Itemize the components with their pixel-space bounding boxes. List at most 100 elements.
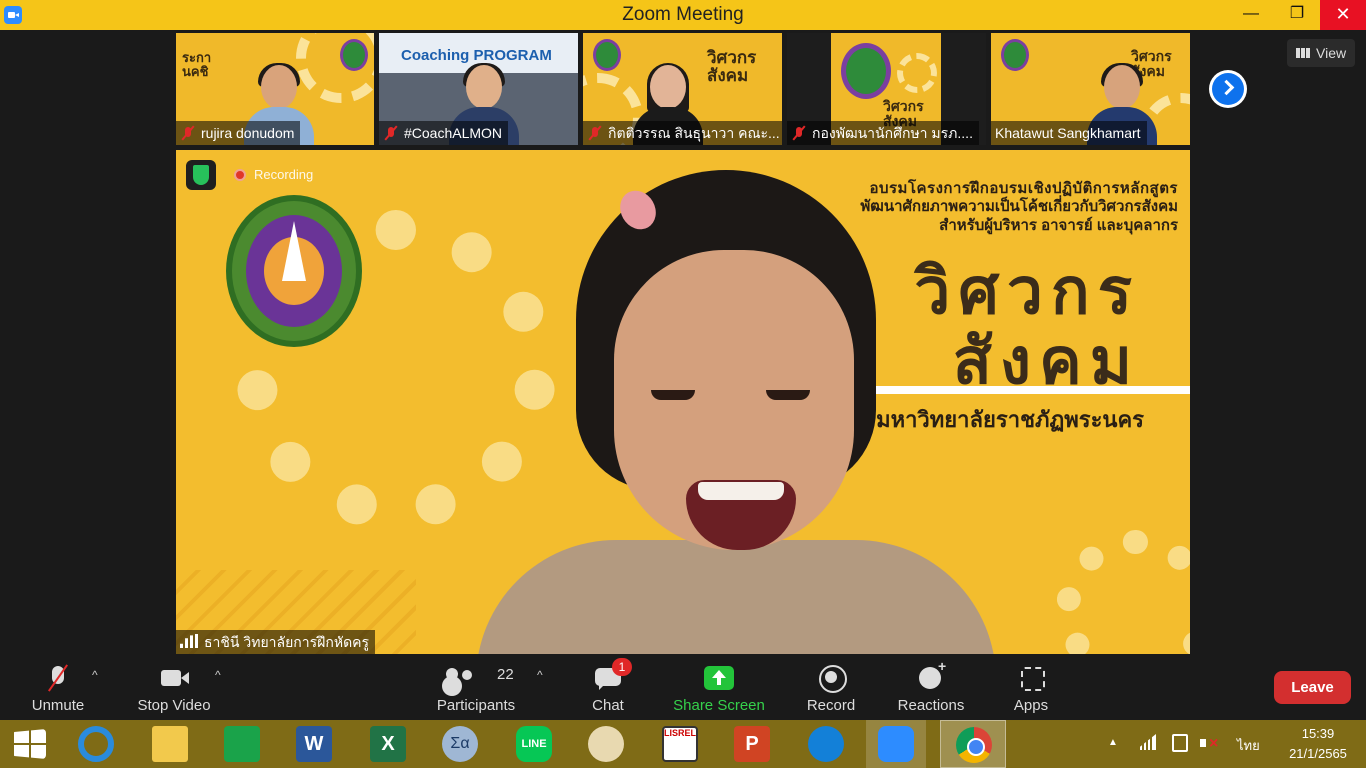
university-logo bbox=[226, 195, 362, 347]
apps-button[interactable]: Apps bbox=[1006, 658, 1056, 720]
line-app-icon: LINE bbox=[516, 726, 552, 762]
slide-text: Coaching PROGRAM bbox=[401, 47, 552, 64]
mic-muted-icon bbox=[587, 125, 603, 141]
share-screen-icon bbox=[704, 664, 734, 692]
view-button[interactable]: View bbox=[1287, 39, 1355, 67]
meeting-stage: ระกา นคชิ rujira donudom Coaching PROGRA… bbox=[0, 30, 1366, 658]
zoom-icon bbox=[878, 726, 914, 762]
speaker-figure bbox=[476, 170, 996, 654]
next-page-button[interactable] bbox=[1209, 70, 1247, 108]
signal-bars-icon bbox=[180, 634, 198, 648]
mic-muted-icon bbox=[791, 125, 807, 141]
university-logo bbox=[340, 39, 368, 71]
taskbar-powerpoint[interactable]: P bbox=[722, 720, 782, 768]
participant-name: #CoachALMON bbox=[379, 121, 509, 145]
tray-overflow-icon[interactable]: ▲ bbox=[1108, 737, 1118, 768]
university-logo bbox=[1001, 39, 1029, 71]
folder-icon bbox=[152, 726, 188, 762]
chevron-right-icon bbox=[1218, 79, 1235, 96]
participant-tile[interactable]: วิศวกร สังคม กิตติวรรณ สินธุนาวา คณะ... bbox=[583, 33, 782, 145]
share-screen-button[interactable]: Share Screen bbox=[668, 658, 770, 720]
video-camera-icon bbox=[159, 664, 189, 692]
smiley-icon bbox=[916, 658, 946, 692]
volume-muted-icon[interactable] bbox=[1200, 734, 1218, 753]
record-icon bbox=[816, 664, 847, 693]
lisrel-icon: LISREL bbox=[662, 726, 698, 762]
gear-decoration bbox=[897, 53, 937, 93]
taskbar-chrome[interactable] bbox=[940, 720, 1006, 768]
clock-time: 15:39 bbox=[1301, 726, 1335, 741]
video-options-caret[interactable]: ^ bbox=[215, 668, 221, 682]
windows-taskbar: W X Σα LINE LISREL P ▲ ไทย 15:39 21/1/25… bbox=[0, 720, 1366, 768]
participant-name: Khatawut Sangkhamart bbox=[991, 121, 1147, 145]
participant-tile[interactable]: วิศวกร สังคม Khatawut Sangkhamart bbox=[991, 33, 1190, 145]
start-button[interactable] bbox=[0, 720, 60, 768]
excel-icon: X bbox=[370, 726, 406, 762]
participants-icon bbox=[444, 664, 474, 692]
math-calculator-icon: Σα bbox=[442, 726, 478, 762]
window-title: Zoom Meeting bbox=[622, 4, 744, 25]
chat-unread-badge: 1 bbox=[612, 658, 632, 676]
input-language[interactable]: ไทย bbox=[1237, 735, 1260, 768]
university-logo bbox=[841, 43, 891, 99]
edge-icon bbox=[808, 726, 844, 762]
speaker-name-tag: ธาชินี วิทยาลัยการฝึกหัดครู bbox=[176, 630, 376, 654]
zoom-window: Zoom Meeting — ❐ ✕ ระกา นคชิ rujira donu… bbox=[0, 0, 1366, 768]
mic-muted-icon bbox=[180, 125, 196, 141]
system-clock[interactable]: 15:39 21/1/2565 bbox=[1278, 724, 1358, 764]
taskbar-word[interactable]: W bbox=[284, 720, 344, 768]
security-shield-icon[interactable] bbox=[186, 160, 216, 190]
participant-name: rujira donudom bbox=[176, 121, 301, 145]
slide-text: ระกา นคชิ bbox=[182, 50, 212, 79]
maximize-button[interactable]: ❐ bbox=[1274, 0, 1320, 30]
taskbar-internet-explorer[interactable] bbox=[66, 720, 126, 768]
taskbar-file-explorer[interactable] bbox=[140, 720, 200, 768]
active-speaker-video[interactable]: อบรมโครงการฝึกอบรมเชิงปฏิบัติการหลักสูตร… bbox=[176, 150, 1190, 654]
participants-count: 22 bbox=[497, 666, 514, 683]
leave-button[interactable]: Leave bbox=[1274, 671, 1351, 704]
participant-tile[interactable]: วิศวกร สังคม กองพัฒนานักศึกษา มรภ.... bbox=[787, 33, 986, 145]
participant-name: กิตติวรรณ สินธุนาวา คณะ... bbox=[583, 121, 782, 145]
gear-decoration bbox=[1056, 530, 1190, 654]
recording-dot-icon bbox=[234, 169, 246, 181]
chrome-icon bbox=[956, 727, 992, 763]
stop-video-button[interactable]: Stop Video bbox=[130, 658, 218, 720]
reactions-button[interactable]: Reactions bbox=[892, 658, 970, 720]
slide-text: วิศวกร สังคม bbox=[707, 48, 757, 85]
clock-date: 21/1/2565 bbox=[1289, 746, 1347, 761]
taskbar-lisrel[interactable]: LISREL bbox=[650, 720, 710, 768]
banner-title-2: สังคม bbox=[952, 325, 1140, 397]
participant-name: กองพัฒนานักศึกษา มรภ.... bbox=[787, 121, 979, 145]
mic-muted-icon bbox=[383, 125, 399, 141]
audio-options-caret[interactable]: ^ bbox=[92, 668, 98, 682]
word-icon: W bbox=[296, 726, 332, 762]
taskbar-excel[interactable]: X bbox=[358, 720, 418, 768]
taskbar-edge[interactable] bbox=[796, 720, 856, 768]
powerpoint-icon: P bbox=[734, 726, 770, 762]
record-button[interactable]: Record bbox=[800, 658, 862, 720]
paint-palette-icon bbox=[588, 726, 624, 762]
participants-options-caret[interactable]: ^ bbox=[537, 668, 543, 682]
title-bar: Zoom Meeting — ❐ ✕ bbox=[0, 0, 1366, 30]
network-signal-icon[interactable] bbox=[1140, 734, 1156, 750]
taskbar-calculator[interactable]: Σα bbox=[430, 720, 490, 768]
microphone-muted-icon bbox=[43, 664, 73, 692]
participant-tile[interactable]: ระกา นคชิ rujira donudom bbox=[176, 33, 374, 145]
store-icon bbox=[224, 726, 260, 762]
university-logo bbox=[593, 39, 621, 71]
taskbar-paint[interactable] bbox=[576, 720, 636, 768]
taskbar-zoom[interactable] bbox=[866, 720, 926, 768]
unmute-button[interactable]: Unmute bbox=[22, 658, 94, 720]
banner-line-3: สำหรับผู้บริหาร อาจารย์ และบุคลากร bbox=[939, 217, 1178, 234]
internet-explorer-icon bbox=[78, 726, 114, 762]
battery-icon[interactable] bbox=[1172, 734, 1188, 752]
banner-university: มหาวิทยาลัยราชภัฏพระนคร bbox=[876, 407, 1144, 432]
taskbar-line[interactable]: LINE bbox=[504, 720, 564, 768]
taskbar-store[interactable] bbox=[212, 720, 272, 768]
participant-tile[interactable]: Coaching PROGRAM #CoachALMON bbox=[379, 33, 578, 145]
meeting-toolbar: Unmute ^ Stop Video ^ Participants 22 ^ … bbox=[0, 658, 1366, 720]
windows-logo-icon bbox=[14, 729, 46, 759]
apps-icon bbox=[1016, 664, 1046, 692]
close-button[interactable]: ✕ bbox=[1320, 0, 1366, 30]
minimize-button[interactable]: — bbox=[1228, 0, 1274, 30]
